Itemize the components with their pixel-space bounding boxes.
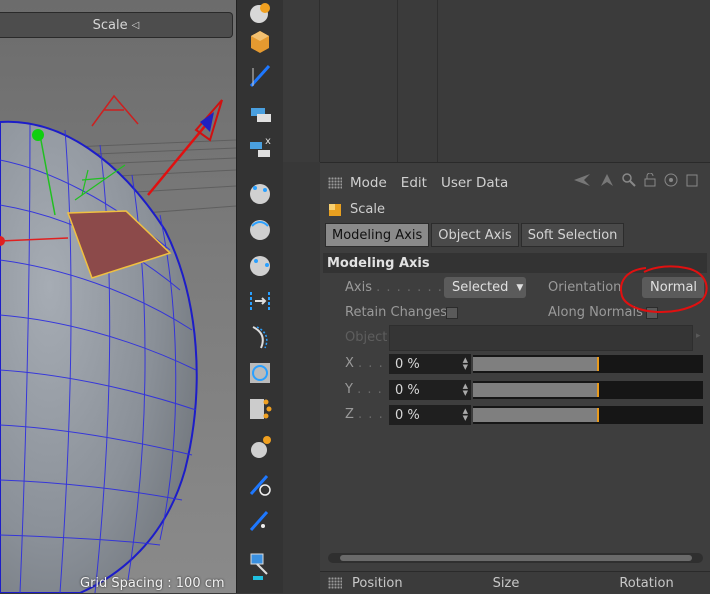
up-arrow-icon[interactable] [600, 173, 614, 187]
tool-title: Scale [350, 202, 385, 217]
new-window-icon[interactable] [686, 173, 698, 187]
viewport-mode-header[interactable]: Scale ◁ [0, 12, 233, 38]
coordinates-bar: Position Size Rotation [320, 571, 710, 594]
menubar-icons [572, 173, 698, 187]
extrude-icon[interactable] [245, 96, 275, 126]
axis-value: Selected [452, 280, 509, 295]
grip-handle-icon[interactable] [328, 577, 342, 589]
x-slider-knob[interactable] [597, 357, 599, 371]
attribute-manager-panel: Mode Edit User Data Scale Modeling Axis … [320, 162, 710, 594]
z-value: 0 % [395, 407, 420, 423]
viewport-mode-label: Scale [92, 17, 128, 33]
stepper-icon[interactable]: ▲ ▼ [463, 383, 468, 397]
stepper-icon[interactable]: ▲ ▼ [463, 357, 468, 371]
chevron-down-icon: ▼ [516, 282, 524, 293]
annotation-circle [620, 265, 708, 313]
viewport[interactable]: Scale ◁ Grid Spacing : 100 cm [0, 0, 236, 593]
point-select-icon[interactable] [245, 178, 275, 208]
attribute-tabs: Modeling Axis Object Axis Soft Selection [325, 223, 626, 247]
z-slider-knob[interactable] [597, 408, 599, 422]
subdivide-icon[interactable] [245, 394, 275, 424]
svg-text:x: x [265, 136, 271, 147]
y-value: 0 % [395, 382, 420, 398]
object-link-field[interactable] [389, 325, 693, 351]
tab-modeling-axis[interactable]: Modeling Axis [325, 223, 430, 247]
weld-icon[interactable] [245, 358, 275, 388]
orientation-label: Orientation [548, 280, 622, 295]
search-icon[interactable] [622, 173, 636, 187]
align-icon[interactable] [245, 286, 275, 316]
tab-soft-selection[interactable]: Soft Selection [520, 223, 625, 247]
bevel-icon[interactable] [245, 322, 275, 352]
edge-select-icon[interactable] [245, 214, 275, 244]
menu-mode[interactable]: Mode [350, 175, 387, 191]
scale-tool-icon [329, 203, 341, 216]
chevron-right-icon: ▸ [696, 331, 701, 341]
axis-dropdown[interactable]: Selected ▼ [444, 277, 526, 298]
x-slider-fill [473, 357, 598, 371]
menu-user-data[interactable]: User Data [441, 175, 508, 191]
tool-title-row: Scale [328, 202, 385, 217]
size-label: Size [492, 575, 520, 591]
retain-changes-label: Retain Changes [345, 305, 448, 320]
poly-select-icon[interactable] [245, 250, 275, 280]
z-slider-fill [473, 408, 598, 422]
menu-edit[interactable]: Edit [401, 175, 427, 191]
y-field[interactable]: 0 % ▲ ▼ [389, 380, 471, 400]
knife-icon[interactable] [245, 60, 275, 90]
y-slider-knob[interactable] [597, 383, 599, 397]
back-arrow-icon[interactable] [572, 173, 592, 187]
bridge-icon[interactable]: x [245, 132, 275, 162]
triangle-left-icon: ◁ [131, 19, 140, 31]
paint-icon[interactable] [245, 506, 275, 536]
z-slider[interactable] [473, 406, 703, 424]
retain-changes-checkbox[interactable] [446, 307, 458, 319]
object-manager-panel[interactable] [283, 0, 710, 162]
grip-handle-icon[interactable] [328, 177, 342, 189]
rotation-label: Rotation [619, 575, 674, 591]
brush-icon[interactable] [245, 470, 275, 500]
grid-spacing-label: Grid Spacing : 100 cm [80, 576, 225, 591]
lock-icon[interactable] [644, 173, 656, 187]
object-label: Object [345, 330, 388, 345]
tool-palette: x [236, 0, 284, 593]
target-icon[interactable] [664, 173, 678, 187]
stepper-icon[interactable]: ▲ ▼ [463, 408, 468, 422]
magnet-icon[interactable] [245, 432, 275, 462]
axis-tool-icon[interactable] [245, 550, 275, 580]
horizontal-scrollbar[interactable] [328, 553, 703, 563]
panel-divider [283, 162, 320, 593]
y-slider-fill [473, 383, 598, 397]
y-slider[interactable] [473, 381, 703, 399]
cube-tool-icon[interactable] [245, 26, 275, 56]
viewport-scene[interactable] [0, 0, 236, 593]
tab-object-axis[interactable]: Object Axis [431, 223, 519, 247]
x-field[interactable]: 0 % ▲ ▼ [389, 354, 471, 374]
scrollbar-thumb[interactable] [340, 555, 692, 561]
x-slider[interactable] [473, 355, 703, 373]
position-label: Position [352, 575, 403, 591]
z-field[interactable]: 0 % ▲ ▼ [389, 405, 471, 425]
x-value: 0 % [395, 356, 420, 372]
